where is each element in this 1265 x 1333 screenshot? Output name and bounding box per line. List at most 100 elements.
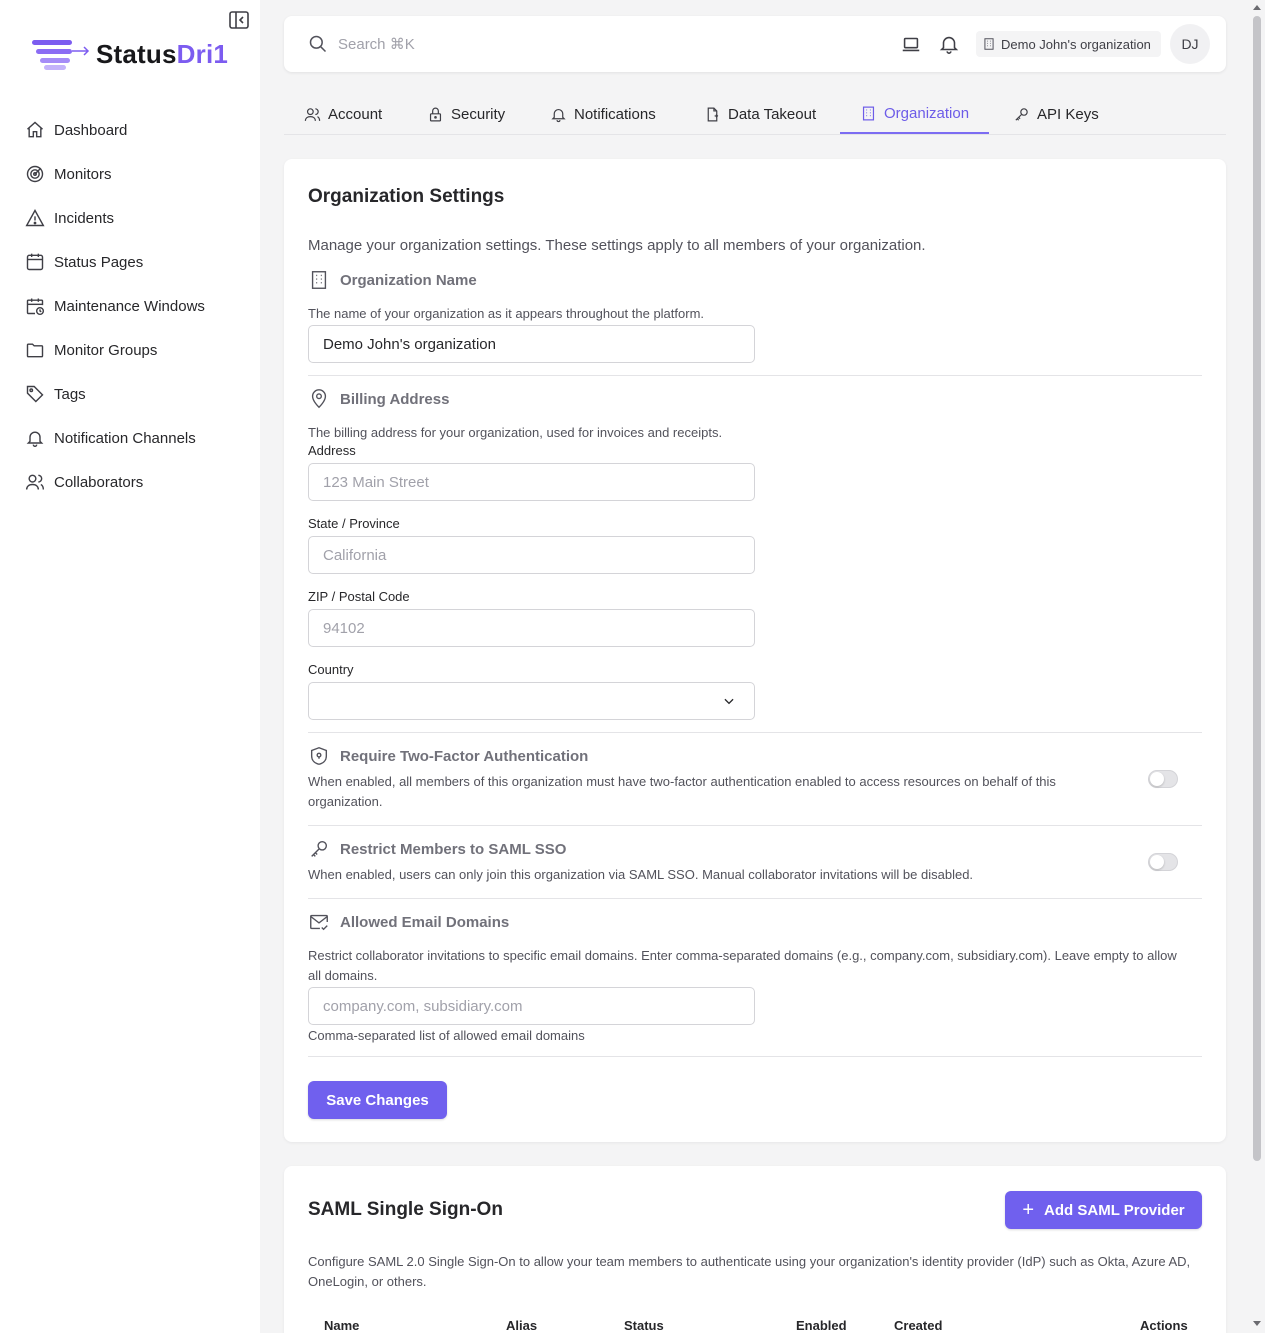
mail-check-icon [310,914,328,931]
sidebar-item-notification-channels[interactable]: Notification Channels [0,416,260,460]
state-label: State / Province [308,516,400,531]
user-icon [304,107,321,121]
key-icon [1015,107,1028,121]
sidebar-item-label: Status Pages [54,253,144,271]
zip-label: ZIP / Postal Code [308,589,410,604]
org-name-help: The name of your organization as it appe… [308,306,705,321]
search-input[interactable] [338,30,638,58]
laptop-icon[interactable] [900,33,922,55]
sidebar-item-collaborators[interactable]: Collaborators [0,460,260,504]
scrollbar-thumb[interactable] [1253,16,1261,1161]
tab-label: Account [328,105,383,123]
tab-api-keys[interactable]: API Keys [1013,94,1099,134]
building-icon [862,106,875,120]
sidebar-item-maintenance-windows[interactable]: Maintenance Windows [0,284,260,328]
brand-name: StatusDri1 [96,39,228,70]
section-heading-label: Organization Name [340,271,477,289]
file-export-icon [707,107,719,121]
column-header-actions: Actions [1140,1318,1188,1333]
add-saml-provider-button[interactable]: + Add SAML Provider [1005,1191,1202,1229]
sidebar-item-tags[interactable]: Tags [0,372,260,416]
home-icon [27,121,43,138]
building-icon [984,38,994,50]
saml-sso-card: SAML Single Sign-On + Add SAML Provider … [284,1166,1226,1333]
country-label: Country [308,662,354,677]
section-heading-label: Require Two-Factor Authentication [340,747,589,765]
save-changes-button[interactable]: Save Changes [308,1081,447,1119]
tab-notifications[interactable]: Notifications [550,94,656,134]
sidebar-item-label: Monitors [54,165,112,183]
scroll-up-arrow-icon[interactable] [1253,5,1261,10]
org-name-heading: Organization Name [308,269,477,291]
two-factor-heading: Require Two-Factor Authentication [308,745,588,767]
two-factor-toggle[interactable] [1148,770,1178,788]
address-input[interactable] [308,463,755,501]
tab-label: API Keys [1037,105,1099,123]
logo-mark-icon [32,40,90,70]
sidebar: StatusDri1 Dashboard Monitors Incidents … [0,0,260,1333]
sidebar-item-label: Dashboard [54,121,128,139]
sidebar-item-dashboard[interactable]: Dashboard [0,108,260,152]
sidebar-item-label: Notification Channels [54,429,196,447]
chevron-down-icon [724,698,734,705]
section-heading-label: Billing Address [340,390,450,408]
saml-description: Configure SAML 2.0 Single Sign-On to all… [308,1254,1191,1289]
sidebar-item-label: Collaborators [54,473,144,491]
sidebar-item-incidents[interactable]: Incidents [0,196,260,240]
state-input[interactable] [308,536,755,574]
folder-icon [26,343,44,358]
location-pin-icon [311,389,327,409]
sidebar-collapse-icon[interactable] [229,11,249,29]
org-settings-title: Organization Settings [308,186,505,207]
radar-icon [26,165,44,183]
email-domains-input[interactable] [308,987,755,1025]
sidebar-item-monitors[interactable]: Monitors [0,152,260,196]
address-label: Address [308,443,356,458]
tab-organization[interactable]: Organization [840,94,990,134]
tab-data-takeout[interactable]: Data Takeout [704,94,816,134]
toggle-knob [1150,855,1164,869]
page-scrollbar[interactable] [1249,0,1265,1333]
org-switcher[interactable]: Demo John's organization [976,31,1161,57]
tab-account[interactable]: Account [304,94,382,134]
saml-restrict-help: When enabled, users can only join this o… [308,867,974,882]
billing-address-heading: Billing Address [308,388,449,410]
organization-settings-card: Organization Settings Manage your organi… [284,159,1226,1142]
org-name-input[interactable] [308,325,755,363]
brand-logo[interactable]: StatusDri1 [30,36,228,72]
sidebar-item-status-pages[interactable]: Status Pages [0,240,260,284]
notifications-bell-icon[interactable] [938,33,960,55]
scroll-down-arrow-icon[interactable] [1253,1321,1261,1326]
sidebar-item-label: Tags [54,385,86,403]
column-header-created: Created [894,1318,943,1333]
tab-label: Notifications [574,105,656,123]
bell-icon [26,431,44,447]
sidebar-item-monitor-groups[interactable]: Monitor Groups [0,328,260,372]
section-divider [308,898,1202,899]
sidebar-item-label: Maintenance Windows [54,297,205,315]
org-switcher-label: Demo John's organization [1001,36,1151,52]
add-saml-provider-label: Add SAML Provider [1044,1201,1185,1219]
column-header-name: Name [324,1318,360,1333]
saml-restrict-toggle[interactable] [1148,853,1178,871]
billing-help: The billing address for your organizatio… [308,425,723,440]
email-domains-help: Restrict collaborator invitations to spe… [308,948,1177,983]
country-select[interactable] [308,682,755,720]
section-divider [308,1056,1202,1057]
section-divider [308,825,1202,826]
email-domains-heading: Allowed Email Domains [308,911,509,933]
zip-input[interactable] [308,609,755,647]
tab-label: Organization [884,104,970,122]
search-icon [309,35,327,53]
email-domains-hint: Comma-separated list of allowed email do… [308,1028,585,1043]
column-header-status: Status [624,1318,664,1333]
sidebar-item-label: Monitor Groups [54,341,158,359]
brand-name-part1: Status [96,38,177,69]
user-avatar[interactable]: DJ [1170,24,1210,64]
brand-name-part2: Dri1 [176,38,229,69]
tab-security[interactable]: Security [427,94,505,134]
two-factor-help: When enabled, all members of this organi… [308,774,1056,809]
page-icon [26,253,44,271]
saml-title: SAML Single Sign-On [308,1199,503,1220]
section-divider [308,732,1202,733]
